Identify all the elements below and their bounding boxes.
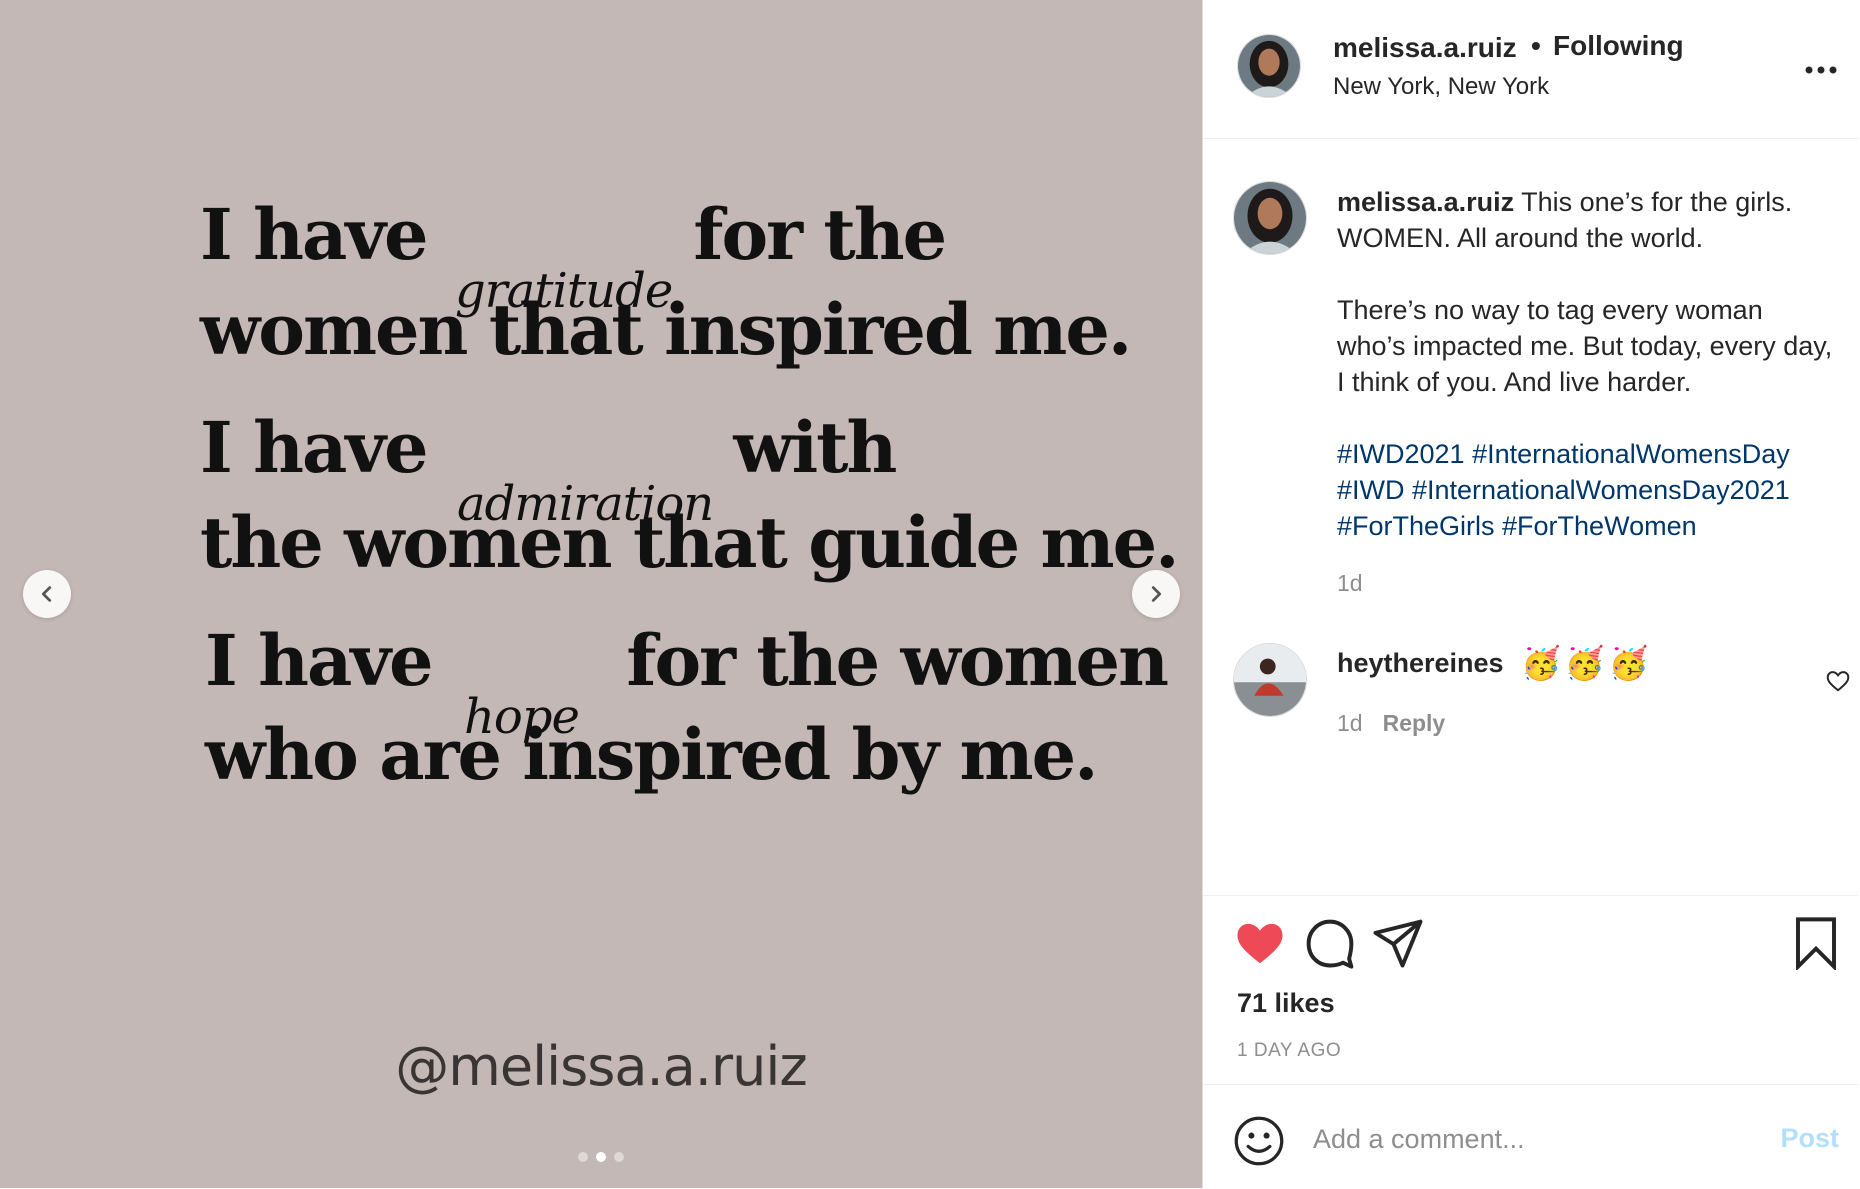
following-button[interactable]: Following [1553,30,1684,62]
more-options-button[interactable] [1801,50,1841,90]
comment-meta: 1d Reply [1337,710,1445,737]
header-separator: • [1531,30,1541,61]
comment-username[interactable]: heythereines [1337,648,1504,679]
caption-hashtags[interactable]: #IWD2021 #InternationalWomensDay #IWD #I… [1337,436,1837,544]
next-slide-button[interactable] [1132,570,1180,618]
caption-avatar[interactable] [1233,181,1307,255]
carousel-indicator [0,1152,1202,1162]
comment-time: 1d [1337,710,1363,736]
quote-text: with [733,406,897,489]
post-actions: 71 likes 1 DAY AGO [1203,895,1859,1086]
post-timestamp: 1 DAY AGO [1237,1040,1342,1061]
carousel-dot [614,1152,624,1162]
emoji-icon[interactable] [1233,1115,1285,1167]
quote-line-1: I have gratitude for the [200,200,947,316]
quote-line-4: the women that guide me. [200,501,1179,584]
quote-line-5: I have hope for the women [205,626,1169,742]
caption-time: 1d [1337,570,1363,596]
quote-line-6: who are inspired by me. [205,713,1098,796]
previous-slide-button[interactable] [23,570,71,618]
caption-text: melissa.a.ruiz This one’s for the girls.… [1337,184,1837,544]
quote-text: I have [200,193,429,276]
comment-icon[interactable] [1303,916,1357,970]
comment-text: 🥳🥳🥳 [1521,645,1653,681]
post-image[interactable]: I have gratitude for the women that insp… [0,0,1202,1188]
like-count[interactable]: 71 likes [1237,988,1335,1019]
quote-line-3: I have admiration with [200,413,897,529]
quote-text: I have [200,406,429,489]
carousel-dot-active [596,1152,606,1162]
post-header: melissa.a.ruiz • Following New York, New… [1203,0,1859,139]
comment-like-heart-icon[interactable] [1825,668,1851,694]
quote-text: for the [693,193,947,276]
like-heart-icon[interactable] [1233,916,1287,970]
caption-body-2: There’s no way to tag every woman who’s … [1337,295,1833,397]
chevron-left-icon [41,586,52,602]
instagram-post-view: I have gratitude for the women that insp… [0,0,1860,1188]
profile-photo-icon [1238,35,1300,97]
add-comment-bar: Post [1203,1084,1859,1189]
watermark-handle: @melissa.a.ruiz [395,1035,807,1098]
profile-photo-icon [1234,644,1306,716]
chevron-right-icon [1151,586,1162,602]
share-icon[interactable] [1371,916,1425,970]
more-icon [1805,66,1837,74]
reply-button[interactable]: Reply [1383,710,1446,736]
post-side-panel: melissa.a.ruiz • Following New York, New… [1202,0,1860,1188]
header-username[interactable]: melissa.a.ruiz [1333,32,1517,64]
avatar[interactable] [1237,34,1301,98]
location-link[interactable]: New York, New York [1333,73,1549,101]
post-comment-button[interactable]: Post [1780,1123,1839,1154]
carousel-dot [578,1152,588,1162]
caption-username[interactable]: melissa.a.ruiz [1337,187,1514,217]
quote-text: for the women [626,619,1169,702]
save-bookmark-icon[interactable] [1789,916,1843,970]
quote-text: I have [205,619,434,702]
comment-input[interactable] [1313,1119,1753,1159]
comments-section: melissa.a.ruiz This one’s for the girls.… [1203,138,1859,896]
quote-line-2: women that inspired me. [200,288,1132,371]
profile-photo-icon [1234,182,1306,254]
comment-avatar[interactable] [1233,643,1307,717]
